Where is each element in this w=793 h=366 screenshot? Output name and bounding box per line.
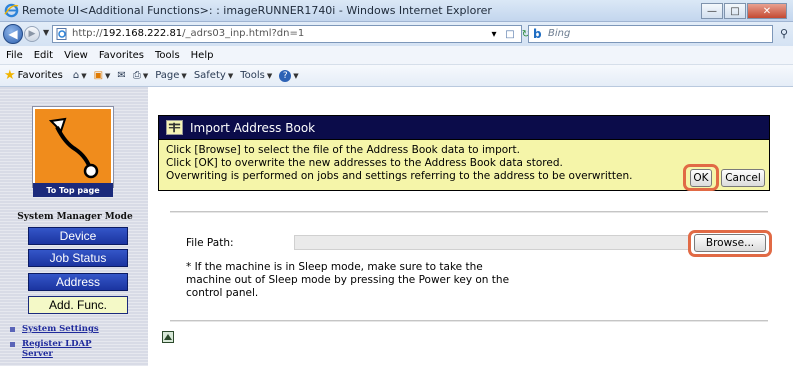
- instruction-line-1: Click [Browse] to select the file of the…: [166, 144, 520, 156]
- remote-ui-logo-icon: [48, 117, 99, 179]
- import-header: Import Address Book: [158, 115, 770, 140]
- menu-bar: File Edit View Favorites Tools Help: [0, 46, 793, 65]
- note-line-3: control panel.: [186, 287, 259, 299]
- forward-button[interactable]: ▶: [24, 26, 40, 42]
- favorites-star-icon: ★: [4, 68, 16, 83]
- dropdown-arrow-icon[interactable]: ▾: [486, 26, 502, 42]
- menu-edit[interactable]: Edit: [34, 50, 53, 61]
- address-bar: ◀ ▶ ▼ http://192.168.222.81/_adrs03_inp.…: [0, 22, 793, 46]
- menu-help[interactable]: Help: [191, 50, 214, 61]
- window-title-bar: Remote UI<Additional Functions>: : image…: [0, 0, 793, 22]
- browse-button[interactable]: Browse...: [694, 234, 766, 252]
- ie-logo-icon: [4, 3, 19, 18]
- cancel-button[interactable]: Cancel: [721, 169, 765, 187]
- instruction-line-3: Overwriting is performed on jobs and set…: [166, 170, 633, 182]
- menu-view[interactable]: View: [64, 50, 88, 61]
- file-path-field[interactable]: [294, 235, 691, 250]
- home-button[interactable]: ⌂ ▼: [73, 70, 87, 81]
- address-book-icon: [166, 120, 183, 135]
- favorites-button[interactable]: ★ Favorites: [4, 68, 63, 83]
- compatibility-view-icon[interactable]: □: [502, 26, 518, 42]
- url-text: http://192.168.222.81/_adrs03_inp.html?d…: [72, 28, 305, 39]
- register-ldap-link-continued[interactable]: Server: [22, 349, 53, 359]
- instruction-line-2: Click [OK] to overwrite the new addresse…: [166, 157, 563, 169]
- nav-address-button[interactable]: Address: [28, 273, 128, 291]
- history-dropdown-icon[interactable]: ▼: [43, 28, 49, 37]
- chevron-down-icon: ▼: [81, 71, 87, 80]
- menu-tools[interactable]: Tools: [155, 50, 180, 61]
- nav-device-button[interactable]: Device: [28, 227, 128, 245]
- bullet-icon: [10, 342, 15, 347]
- bullet-icon: [10, 327, 15, 332]
- search-icon[interactable]: ⚲: [780, 27, 788, 40]
- tools-menu-label: Tools: [240, 70, 265, 81]
- page-menu-label: Page: [155, 70, 180, 81]
- sidebar: To Top page System Manager Mode Device J…: [0, 87, 148, 366]
- mail-icon: ✉: [117, 70, 126, 81]
- chevron-down-icon: ▼: [266, 71, 273, 80]
- mode-title: System Manager Mode: [17, 212, 133, 222]
- main-panel: Import Address Book Click [Browse] to se…: [148, 87, 793, 366]
- search-placeholder: Bing: [548, 28, 571, 39]
- help-button[interactable]: ? ▼: [279, 69, 299, 82]
- feeds-icon: ▣: [93, 70, 104, 81]
- menu-file[interactable]: File: [6, 50, 23, 61]
- search-input[interactable]: b Bing: [528, 25, 773, 43]
- chevron-down-icon: ▼: [227, 71, 234, 80]
- divider-bottom-shadow: [170, 321, 768, 322]
- safety-menu-label: Safety: [193, 70, 226, 81]
- close-icon[interactable]: ✕: [747, 3, 787, 19]
- logo[interactable]: [32, 106, 114, 188]
- nav-add-func-button[interactable]: Add. Func.: [28, 296, 128, 314]
- to-top-page-button[interactable]: To Top page: [33, 183, 113, 197]
- chevron-down-icon: ▼: [142, 71, 149, 80]
- minimize-icon[interactable]: —: [701, 3, 723, 19]
- system-settings-link[interactable]: System Settings: [22, 324, 99, 334]
- chevron-down-icon: ▼: [181, 71, 187, 80]
- print-icon: ⎙: [132, 70, 141, 81]
- window-title: Remote UI<Additional Functions>: : image…: [22, 4, 492, 17]
- page-content: To Top page System Manager Mode Device J…: [0, 87, 793, 366]
- tools-menu-button[interactable]: Tools ▼: [240, 70, 272, 81]
- home-icon: ⌂: [72, 70, 80, 81]
- instruction-box: Click [Browse] to select the file of the…: [158, 140, 770, 191]
- bing-logo-icon: b: [533, 27, 542, 41]
- url-input[interactable]: http://192.168.222.81/_adrs03_inp.html?d…: [52, 25, 522, 43]
- maximize-icon[interactable]: □: [724, 3, 746, 19]
- ok-button[interactable]: OK: [690, 169, 712, 187]
- print-button[interactable]: ⎙ ▼: [133, 70, 148, 81]
- page-menu-button[interactable]: Page ▼: [155, 70, 187, 81]
- favorites-bar: ★ Favorites ⌂ ▼ ▣ ▼ ✉ ⎙ ▼ Page ▼ Safety ▼ Too…: [0, 65, 793, 87]
- divider-shadow: [170, 212, 768, 213]
- menu-favorites[interactable]: Favorites: [99, 50, 144, 61]
- page-top-icon[interactable]: [162, 331, 174, 343]
- mail-button[interactable]: ✉: [117, 70, 125, 81]
- feeds-button[interactable]: ▣ ▼: [94, 70, 111, 81]
- window-controls: — □ ✕: [701, 3, 787, 19]
- chevron-down-icon: ▼: [105, 71, 111, 80]
- chevron-down-icon: ▼: [293, 71, 299, 80]
- file-path-label: File Path:: [186, 237, 234, 249]
- favorites-label: Favorites: [17, 70, 63, 81]
- page-icon: [56, 28, 67, 40]
- back-button[interactable]: ◀: [3, 24, 23, 44]
- help-icon: ?: [279, 69, 292, 82]
- note-line-2: machine out of Sleep mode by pressing th…: [186, 274, 510, 286]
- register-ldap-link[interactable]: Register LDAP: [22, 339, 92, 349]
- page-title: Import Address Book: [190, 121, 316, 135]
- safety-menu-button[interactable]: Safety ▼: [194, 70, 233, 81]
- note-line-1: * If the machine is in Sleep mode, make …: [186, 261, 483, 273]
- nav-job-status-button[interactable]: Job Status: [28, 249, 128, 267]
